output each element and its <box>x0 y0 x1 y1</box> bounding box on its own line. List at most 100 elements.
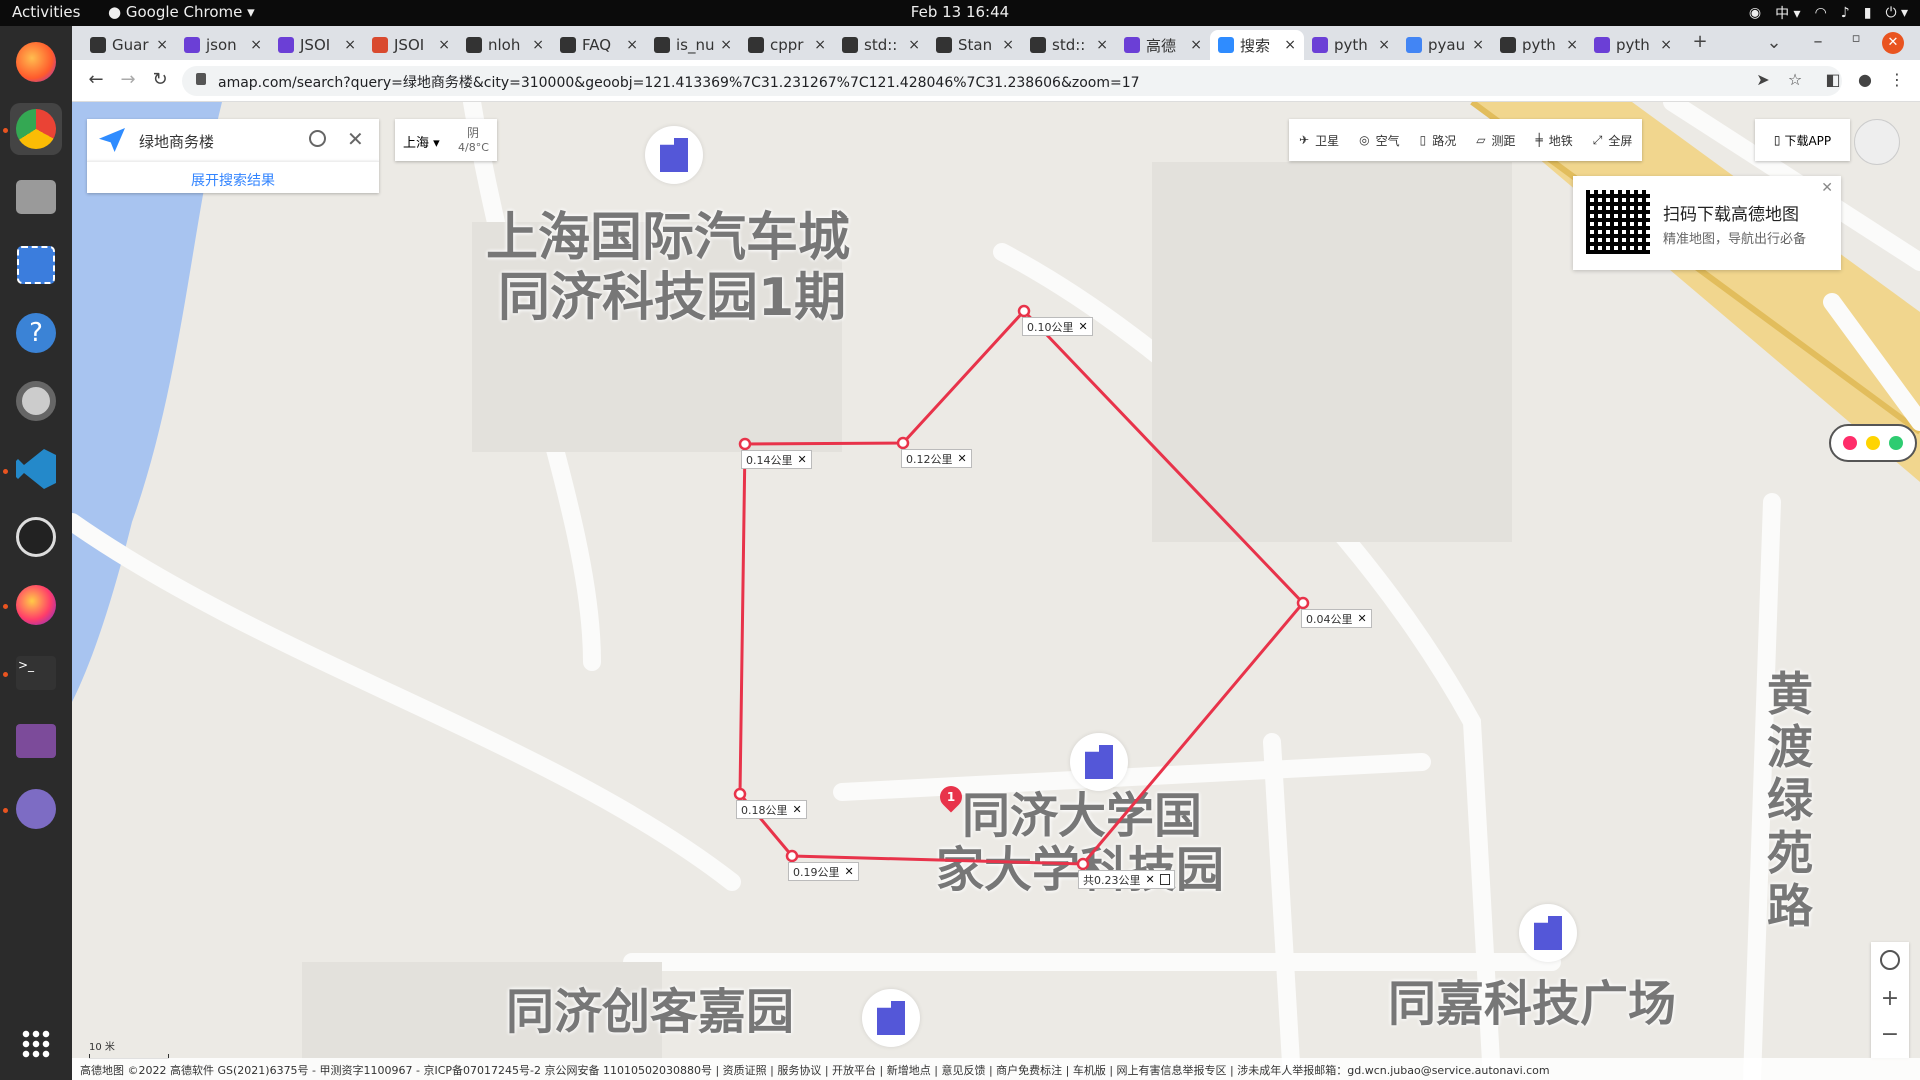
back-button[interactable]: ← <box>84 69 108 93</box>
measure-clear-icon[interactable]: ✕ <box>1146 873 1155 886</box>
dock-firefox-dev[interactable] <box>10 579 62 631</box>
tab-close-icon[interactable]: × <box>250 37 262 53</box>
bookmark-star-icon[interactable]: ☆ <box>1784 70 1806 92</box>
zoom-out-button[interactable]: − <box>1871 1022 1909 1047</box>
browser-tab[interactable]: pyth × <box>1586 30 1680 60</box>
clock[interactable]: Feb 13 16:44 <box>0 3 1920 21</box>
user-avatar[interactable] <box>1854 119 1900 165</box>
tab-close-icon[interactable]: × <box>1378 37 1390 53</box>
trash-icon[interactable] <box>1159 874 1170 885</box>
dock-firefox[interactable] <box>10 36 62 88</box>
tab-label: std:: <box>864 36 898 54</box>
tab-close-icon[interactable]: × <box>1566 37 1578 53</box>
zoom-in-button[interactable]: + <box>1871 986 1909 1011</box>
dock-settings[interactable] <box>10 375 62 427</box>
dock-video[interactable] <box>10 715 62 767</box>
minimize-button[interactable]: – <box>1806 31 1830 55</box>
tab-close-icon[interactable]: × <box>1660 37 1672 53</box>
tab-close-icon[interactable]: × <box>156 37 168 53</box>
measure-vertex <box>1296 596 1310 610</box>
traffic-light-widget[interactable] <box>1829 424 1917 462</box>
tab-close-icon[interactable]: × <box>908 37 920 53</box>
download-app-button[interactable]: ▯ 下载APP <box>1755 119 1850 161</box>
tab-close-icon[interactable]: × <box>1096 37 1108 53</box>
url-text: amap.com/search?query=绿地商务楼&city=310000&… <box>218 75 1140 91</box>
input-method-indicator[interactable]: 中 ▾ <box>1775 3 1800 23</box>
footer-text[interactable]: 高德地图 ©2022 高德软件 GS(2021)6375号 - 甲测资字1100… <box>80 1064 1550 1077</box>
browser-tab[interactable]: pyau × <box>1398 30 1492 60</box>
locate-icon[interactable] <box>1880 950 1900 970</box>
tab-close-icon[interactable]: × <box>1284 37 1296 53</box>
tab-close-icon[interactable]: × <box>1190 37 1202 53</box>
forward-button[interactable]: → <box>116 69 140 93</box>
air-quality-button[interactable]: ◎ 空气 <box>1359 132 1400 149</box>
weather-widget[interactable]: 上海 ▾ 阴 4/8°C <box>395 119 497 161</box>
browser-tab[interactable]: FAQ × <box>552 30 646 60</box>
tab-close-icon[interactable]: × <box>1472 37 1484 53</box>
dock-app[interactable] <box>10 511 62 563</box>
measure-delete-icon[interactable]: ✕ <box>1079 320 1088 333</box>
app-indicator-icon[interactable]: ◉ <box>1749 5 1761 21</box>
browser-tab[interactable]: JSOI × <box>270 30 364 60</box>
dock-chrome[interactable] <box>10 103 62 155</box>
browser-tab[interactable]: is_nu × <box>646 30 740 60</box>
browser-tab[interactable]: std:: × <box>834 30 928 60</box>
browser-tab[interactable]: pyth × <box>1492 30 1586 60</box>
traffic-label: 路况 <box>1432 133 1457 148</box>
show-apps-button[interactable] <box>10 1018 62 1070</box>
search-input[interactable]: 绿地商务楼 <box>139 131 214 152</box>
tab-close-icon[interactable]: × <box>438 37 450 53</box>
dock-files[interactable] <box>10 171 62 223</box>
satellite-button[interactable]: ✈ 卫星 <box>1299 132 1339 149</box>
tab-close-icon[interactable]: × <box>1002 37 1014 53</box>
tab-search-icon[interactable]: ⌄ <box>1762 32 1786 56</box>
tab-close-icon[interactable]: × <box>532 37 544 53</box>
tab-close-icon[interactable]: × <box>626 37 638 53</box>
dock-help[interactable]: ? <box>10 307 62 359</box>
power-menu-icon[interactable]: ⏻ ▾ <box>1885 5 1908 21</box>
browser-tab[interactable]: std:: × <box>1022 30 1116 60</box>
subway-button[interactable]: ╪ 地铁 <box>1535 132 1572 149</box>
traffic-button[interactable]: ▯ 路况 <box>1420 132 1457 149</box>
browser-tab[interactable]: pyth × <box>1304 30 1398 60</box>
system-tray[interactable]: ◉ 中 ▾ ◠ ♪ ▮ ⏻ ▾ <box>1749 3 1908 23</box>
clear-search-icon[interactable]: ✕ <box>347 127 364 151</box>
dock-network[interactable] <box>10 783 62 835</box>
dock-screenshot[interactable] <box>10 239 62 291</box>
maximize-button[interactable]: ▫ <box>1844 31 1868 55</box>
measure-delete-icon[interactable]: ✕ <box>798 453 807 466</box>
dock-vscode[interactable] <box>10 443 62 495</box>
profile-icon[interactable]: ● <box>1854 70 1876 92</box>
browser-tab[interactable]: JSOI × <box>364 30 458 60</box>
measure-delete-icon[interactable]: ✕ <box>958 452 967 465</box>
browser-tab[interactable]: Stan × <box>928 30 1022 60</box>
measure-delete-icon[interactable]: ✕ <box>1358 612 1367 625</box>
browser-tab[interactable]: 搜索 × <box>1210 30 1304 60</box>
browser-tab[interactable]: json × <box>176 30 270 60</box>
close-icon[interactable]: ✕ <box>1821 180 1833 196</box>
measure-button[interactable]: ▱ 测距 <box>1476 132 1515 149</box>
chrome-menu-icon[interactable]: ⋮ <box>1886 70 1908 92</box>
measure-delete-icon[interactable]: ✕ <box>793 803 802 816</box>
address-bar[interactable]: amap.com/search?query=绿地商务楼&city=310000&… <box>182 66 1842 96</box>
search-icon[interactable] <box>309 130 326 147</box>
browser-tab[interactable]: nloh × <box>458 30 552 60</box>
new-tab-button[interactable]: + <box>1688 31 1712 55</box>
reload-button[interactable]: ↻ <box>148 69 172 93</box>
side-panel-icon[interactable]: ◧ <box>1822 70 1844 92</box>
expand-results-button[interactable]: 展开搜索结果 <box>87 161 379 193</box>
city-selector[interactable]: 上海 ▾ <box>403 132 440 151</box>
tab-close-icon[interactable]: × <box>344 37 356 53</box>
tab-label: is_nu <box>676 36 715 54</box>
close-window-button[interactable]: ✕ <box>1882 32 1904 54</box>
fullscreen-button[interactable]: ⤢ 全屏 <box>1593 132 1633 149</box>
measure-delete-icon[interactable]: ✕ <box>845 865 854 878</box>
tab-close-icon[interactable]: × <box>720 37 732 53</box>
browser-tab[interactable]: Guar × <box>82 30 176 60</box>
tab-close-icon[interactable]: × <box>814 37 826 53</box>
search-result-pin[interactable]: 1 <box>935 781 967 813</box>
dock-terminal[interactable]: >_ <box>10 647 62 699</box>
browser-tab[interactable]: 高德 × <box>1116 30 1210 60</box>
browser-tab[interactable]: cppr × <box>740 30 834 60</box>
send-icon[interactable]: ➤ <box>1752 70 1774 92</box>
